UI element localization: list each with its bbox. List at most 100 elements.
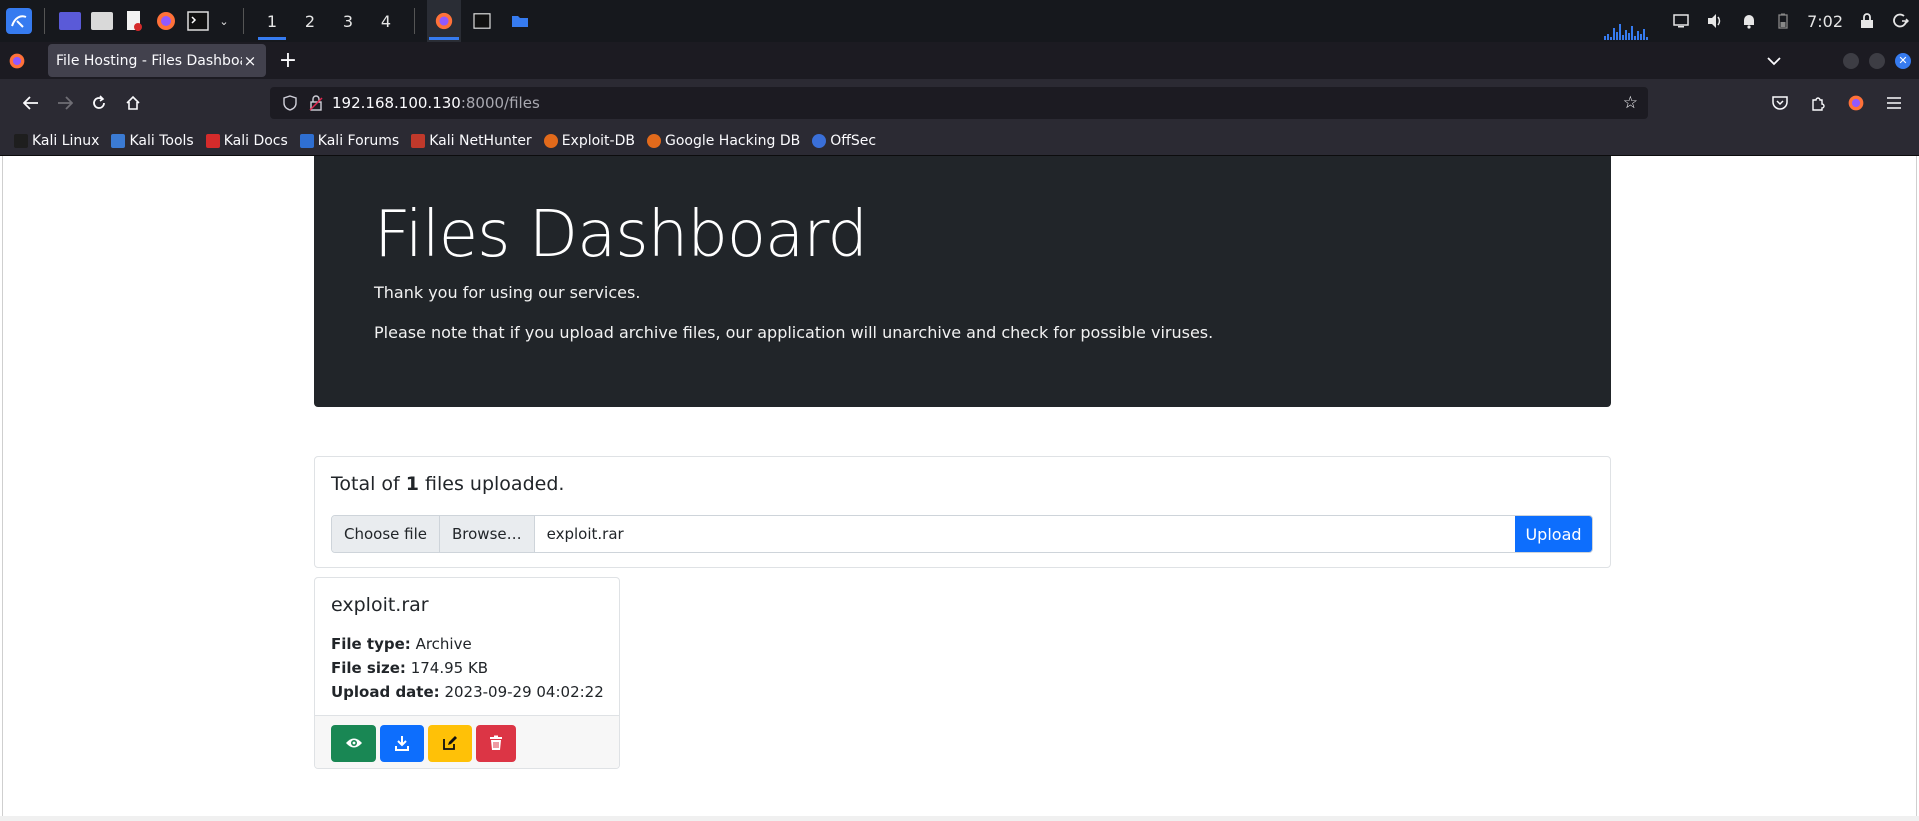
task-terminal[interactable]	[465, 0, 499, 42]
firefox-launcher-icon[interactable]	[153, 8, 179, 34]
workspace-2[interactable]: 2	[294, 0, 326, 42]
file-type-row: File type: Archive	[331, 635, 472, 653]
download-file-button[interactable]	[380, 724, 424, 762]
pocket-icon[interactable]	[1769, 86, 1791, 120]
bookmark-kali-forums[interactable]: Kali Forums	[299, 133, 399, 149]
edit-icon	[443, 736, 457, 750]
browser-navbar: 192.168.100.130:8000/files ☆	[0, 79, 1919, 127]
exploit-db-icon	[543, 134, 558, 148]
logout-icon[interactable]	[1891, 11, 1911, 31]
reload-button[interactable]	[82, 86, 116, 120]
panel-launchers: ⌄ 1 2 3 4	[6, 0, 421, 42]
home-button[interactable]	[116, 86, 150, 120]
files-total: Total of 1 files uploaded.	[331, 473, 565, 495]
bookmark-offsec[interactable]: OffSec	[812, 133, 876, 149]
upload-card: Total of 1 files uploaded. Choose file B…	[314, 456, 1611, 568]
workspace-1[interactable]: 1	[256, 0, 288, 42]
offsec-icon	[812, 134, 827, 148]
kali-dragon-icon	[14, 134, 28, 148]
new-tab-button[interactable]: +	[270, 44, 306, 77]
firefox-account-icon[interactable]	[1845, 86, 1867, 120]
page-viewport: Files Dashboard Thank you for using our …	[2, 156, 1917, 816]
view-file-button[interactable]	[331, 724, 376, 762]
bookmark-google-hacking-db[interactable]: Google Hacking DB	[646, 133, 800, 149]
archive-note: Please note that if you upload archive f…	[374, 323, 1214, 342]
forward-button[interactable]	[48, 86, 82, 120]
panel-separator	[44, 8, 45, 34]
file-name: exploit.rar	[331, 594, 429, 616]
url-host: 192.168.100.130	[332, 94, 461, 112]
page-bottom-edge	[0, 816, 1919, 821]
window-controls: ✕	[1843, 42, 1911, 79]
battery-icon[interactable]	[1773, 11, 1793, 31]
maximize-window-button[interactable]	[1869, 52, 1885, 69]
file-manager-icon[interactable]	[89, 8, 115, 34]
bookmarks-bar: Kali Linux Kali Tools Kali Docs Kali For…	[0, 127, 1919, 156]
panel-clock[interactable]: 7:02	[1807, 12, 1843, 31]
volume-icon[interactable]	[1705, 11, 1725, 31]
bookmark-kali-linux[interactable]: Kali Linux	[14, 133, 99, 149]
workspace-3[interactable]: 3	[332, 0, 364, 42]
kali-docs-icon	[205, 134, 220, 148]
file-actions	[315, 715, 619, 768]
url-path: :8000/files	[460, 94, 540, 112]
task-file-manager[interactable]	[503, 0, 537, 42]
bookmark-kali-nethunter[interactable]: Kali NetHunter	[411, 133, 532, 149]
file-card: exploit.rar File type: Archive File size…	[314, 577, 620, 769]
insecure-lock-icon[interactable]	[306, 93, 326, 113]
page-title: Files Dashboard	[374, 198, 868, 272]
delete-file-button[interactable]	[476, 724, 516, 762]
firefox-view-icon[interactable]	[0, 42, 34, 79]
url-bar[interactable]: 192.168.100.130:8000/files ☆	[270, 87, 1648, 119]
terminal-launcher-icon[interactable]	[185, 8, 211, 34]
ghdb-icon	[646, 134, 661, 148]
trash-icon	[490, 735, 502, 750]
workspace-4[interactable]: 4	[370, 0, 402, 42]
text-editor-icon[interactable]	[121, 8, 147, 34]
close-window-button[interactable]: ✕	[1895, 52, 1911, 69]
bookmark-kali-docs[interactable]: Kali Docs	[205, 133, 288, 149]
upload-button[interactable]: Upload	[1515, 516, 1592, 552]
cpu-graph	[1604, 20, 1664, 40]
bookmark-kali-tools[interactable]: Kali Tools	[111, 133, 194, 149]
choose-file-button[interactable]: Choose file	[332, 516, 440, 552]
hero-banner: Files Dashboard Thank you for using our …	[314, 156, 1611, 407]
minimize-window-button[interactable]	[1843, 52, 1859, 69]
lock-icon[interactable]	[1857, 11, 1877, 31]
task-firefox[interactable]	[427, 0, 461, 42]
notification-bell-icon[interactable]	[1739, 11, 1759, 31]
browser-tab-strip: File Hosting - Files Dashboard × + ✕	[0, 42, 1919, 79]
system-panel: ⌄ 1 2 3 4 7:02	[0, 0, 1919, 42]
files-count: 1	[405, 473, 420, 495]
browse-button[interactable]: Browse…	[440, 516, 535, 552]
bookmark-exploit-db[interactable]: Exploit-DB	[543, 133, 635, 149]
bookmark-star-icon[interactable]: ☆	[1623, 93, 1638, 113]
extensions-icon[interactable]	[1807, 86, 1829, 120]
panel-separator	[414, 8, 415, 34]
hamburger-menu-icon[interactable]	[1883, 86, 1905, 120]
file-input-group: Choose file Browse… exploit.rar Upload	[331, 515, 1593, 553]
edit-file-button[interactable]	[428, 724, 472, 762]
upload-date-value: 2023-09-29 04:02:22	[444, 683, 604, 701]
nethunter-icon	[411, 134, 426, 148]
back-button[interactable]	[14, 86, 48, 120]
tab-title: File Hosting - Files Dashboard	[56, 52, 242, 69]
display-icon[interactable]	[1671, 11, 1691, 31]
taskbar	[427, 0, 537, 42]
list-all-tabs-icon[interactable]	[1759, 42, 1789, 79]
thanks-text: Thank you for using our services.	[374, 283, 641, 302]
kali-menu-icon[interactable]	[6, 8, 32, 34]
selected-file-name[interactable]: exploit.rar	[535, 516, 1515, 552]
file-size-value: 174.95 KB	[410, 659, 489, 677]
toolbar-extensions	[1769, 79, 1905, 127]
tracking-shield-icon[interactable]	[280, 93, 300, 113]
chevron-down-icon[interactable]: ⌄	[217, 8, 231, 34]
upload-date-row: Upload date: 2023-09-29 04:02:22	[331, 683, 604, 701]
tab-files-dashboard[interactable]: File Hosting - Files Dashboard ×	[48, 44, 266, 77]
close-tab-icon[interactable]: ×	[242, 52, 258, 70]
panel-separator	[243, 8, 244, 34]
system-tray: 7:02	[1671, 0, 1911, 42]
show-desktop-icon[interactable]	[57, 8, 83, 34]
eye-icon	[345, 738, 362, 748]
kali-tools-icon	[111, 134, 126, 148]
